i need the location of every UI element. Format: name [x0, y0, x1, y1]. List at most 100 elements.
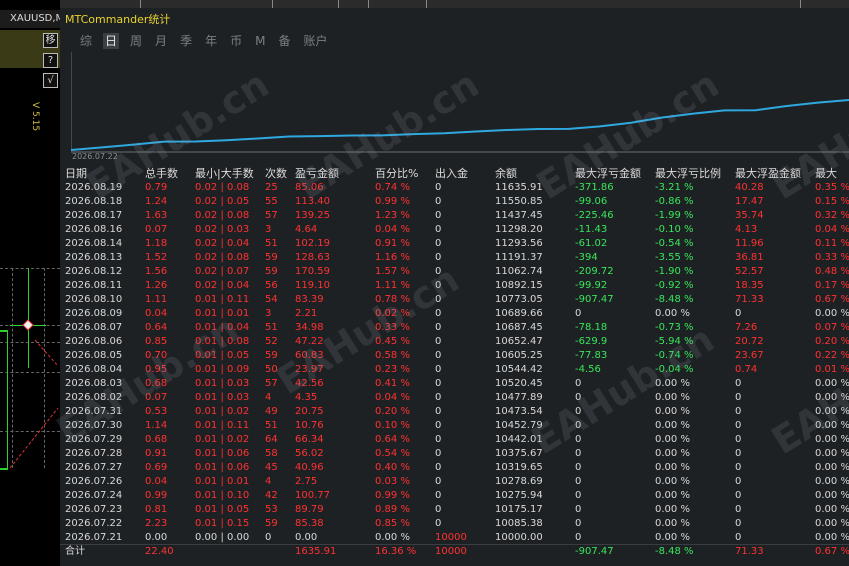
table-row[interactable]: 2026.08.17 1.63 0.02 | 0.08 57 139.25 1.23 % 0…	[60, 209, 849, 223]
cell-max-float-loss: -11.43	[575, 224, 608, 235]
column-header-min-max-lots[interactable]: 最小|大手数	[195, 167, 254, 181]
column-header-percent[interactable]: 百分比%	[375, 167, 418, 181]
cell-trade-count: 3	[265, 308, 272, 319]
confirm-button[interactable]: √	[43, 73, 58, 88]
table-row[interactable]: 2026.08.18 1.24 0.02 | 0.05 55 113.40 0.99 % 0…	[60, 195, 849, 209]
panel-title: MTCommander统计	[65, 13, 171, 26]
tab-2[interactable]: 周	[128, 33, 144, 49]
table-row[interactable]: 2026.07.31 0.53 0.01 | 0.02 49 20.75 0.20 % 0 1…	[60, 405, 849, 419]
cell-profit: 34.98	[295, 322, 324, 333]
cell-total-lots: 1.11	[145, 294, 168, 305]
table-row[interactable]: 2026.08.10 1.11 0.01 | 0.11 54 83.39 0.78 % 0 1…	[60, 293, 849, 307]
cell-max-float-profit-pct: 0.00 %	[815, 504, 849, 515]
cell-profit: 10.76	[295, 420, 324, 431]
cell-balance: 10278.69	[495, 476, 543, 487]
tab-3[interactable]: 月	[153, 33, 169, 49]
table-row[interactable]: 2026.08.04 0.95 0.01 | 0.09 50 23.97 0.23 % 0 1…	[60, 363, 849, 377]
cell-total-lots: 1.52	[145, 252, 168, 263]
table-row[interactable]: 2026.07.24 0.99 0.01 | 0.10 42 100.77 0.99 % 0…	[60, 489, 849, 503]
cell-total-lots: 0.85	[145, 336, 168, 347]
table-row[interactable]: 2026.07.26 0.04 0.01 | 0.01 4 2.75 0.03 % 0 102…	[60, 475, 849, 489]
tab-6[interactable]: 币	[228, 33, 244, 49]
cell-percent: 0.54 %	[375, 448, 410, 459]
table-row[interactable]: 2026.08.09 0.04 0.01 | 0.01 3 2.21 0.02 % 0 106…	[60, 307, 849, 321]
cell-date: 2026.07.28	[65, 448, 123, 459]
column-header-max-float-profit-pct[interactable]: 最大	[815, 167, 837, 181]
cell-max-float-loss: 0	[575, 504, 582, 515]
table-row[interactable]: 2026.08.11 1.26 0.02 | 0.04 56 119.10 1.11 % 0…	[60, 279, 849, 293]
cell-max-float-profit-pct: 0.35 %	[815, 182, 849, 193]
cell-percent: 0.33 %	[375, 322, 410, 333]
tab-7[interactable]: M	[253, 33, 267, 49]
cell-max-float-profit-pct: 0.15 %	[815, 196, 849, 207]
cell-profit: 40.96	[295, 462, 324, 473]
cell-min-max-lots: 0.01 | 0.02	[195, 406, 250, 417]
table-row[interactable]: 2026.08.02 0.07 0.01 | 0.03 4 4.35 0.04 % 0 104…	[60, 391, 849, 405]
table-row[interactable]: 2026.08.05 0.70 0.01 | 0.05 59 60.83 0.58 % 0 1…	[60, 349, 849, 363]
table-row[interactable]: 2026.07.22 2.23 0.01 | 0.15 59 85.38 0.85 % 0 1…	[60, 517, 849, 531]
table-row[interactable]: 2026.08.19 0.79 0.02 | 0.08 25 85.06 0.74 % 0 1…	[60, 181, 849, 195]
table-row[interactable]: 2026.08.16 0.07 0.02 | 0.03 3 4.64 0.04 % 0 112…	[60, 223, 849, 237]
tab-9[interactable]: 账户	[301, 33, 329, 49]
tab-1[interactable]: 日	[103, 33, 120, 49]
table-row[interactable]: 2026.08.03 0.68 0.01 | 0.03 57 42.56 0.41 % 0 1…	[60, 377, 849, 391]
chart-start-date: 2026.07.22	[72, 152, 118, 161]
symbol-tab[interactable]: XAUUSD,M1	[0, 10, 60, 28]
tab-8[interactable]: 备	[276, 33, 292, 49]
cell-max-float-loss: -99.06	[575, 196, 608, 207]
column-header-date[interactable]: 日期	[65, 167, 87, 181]
cell-date: 2026.08.02	[65, 392, 123, 403]
tab-0[interactable]: 综	[78, 33, 94, 49]
column-header-max-float-profit[interactable]: 最大浮盈金额	[735, 167, 801, 181]
tab-strip-tick	[800, 0, 801, 8]
table-row[interactable]: 2026.07.30 1.14 0.01 | 0.11 51 10.76 0.10 % 0 1…	[60, 419, 849, 433]
move-button[interactable]: 移	[43, 33, 58, 48]
cell-trade-count: 59	[265, 518, 278, 529]
total-deposit: 10000	[435, 546, 467, 557]
cell-max-float-loss-pct: -1.99 %	[655, 210, 694, 221]
column-header-profit[interactable]: 盈亏金额	[295, 167, 339, 181]
cell-profit: 85.38	[295, 518, 324, 529]
cell-deposit: 0	[435, 476, 442, 487]
table-row[interactable]: 2026.08.06 0.85 0.01 | 0.08 52 47.22 0.45 % 0 1…	[60, 335, 849, 349]
cell-max-float-profit: 20.72	[735, 336, 764, 347]
cell-percent: 0.74 %	[375, 182, 410, 193]
price-chart-area[interactable]: XAUUSD,M1 移 ? √ V 5.15	[0, 0, 60, 566]
cell-date: 2026.08.13	[65, 252, 123, 263]
column-header-balance[interactable]: 余额	[495, 167, 517, 181]
cell-profit: 100.77	[295, 490, 330, 501]
column-header-trade-count[interactable]: 次数	[265, 167, 287, 181]
cell-max-float-profit: 17.47	[735, 196, 764, 207]
cell-balance: 11293.56	[495, 238, 543, 249]
column-header-max-float-loss-pct[interactable]: 最大浮亏比例	[655, 167, 721, 181]
tab-4[interactable]: 季	[178, 33, 194, 49]
cell-max-float-profit-pct: 0.00 %	[815, 420, 849, 431]
cell-percent: 0.03 %	[375, 476, 410, 487]
table-row[interactable]: 2026.08.07 0.64 0.01 | 0.04 51 34.98 0.33 % 0 1…	[60, 321, 849, 335]
column-header-deposit[interactable]: 出入金	[435, 167, 468, 181]
cell-total-lots: 0.91	[145, 448, 168, 459]
table-row[interactable]: 2026.08.12 1.56 0.02 | 0.07 59 170.59 1.57 % 0…	[60, 265, 849, 279]
table-row[interactable]: 2026.07.21 0.00 0.00 | 0.00 0 0.00 0.00 % 1000…	[60, 531, 849, 545]
table-row[interactable]: 2026.07.27 0.69 0.01 | 0.06 45 40.96 0.40 % 0 1…	[60, 461, 849, 475]
cell-max-float-profit-pct: 0.32 %	[815, 210, 849, 221]
table-row[interactable]: 2026.07.29 0.68 0.01 | 0.02 64 66.34 0.64 % 0 1…	[60, 433, 849, 447]
cell-min-max-lots: 0.02 | 0.05	[195, 196, 250, 207]
help-button[interactable]: ?	[43, 53, 58, 68]
cell-balance: 10452.79	[495, 420, 543, 431]
cell-total-lots: 1.18	[145, 238, 168, 249]
column-header-max-float-loss[interactable]: 最大浮亏金额	[575, 167, 641, 181]
table-row[interactable]: 2026.08.14 1.18 0.02 | 0.04 51 102.19 0.91 % 0…	[60, 237, 849, 251]
cell-profit: 85.06	[295, 182, 324, 193]
column-header-total-lots[interactable]: 总手数	[145, 167, 178, 181]
cell-percent: 0.78 %	[375, 294, 410, 305]
cell-total-lots: 2.23	[145, 518, 168, 529]
cell-profit: 170.59	[295, 266, 330, 277]
cell-min-max-lots: 0.01 | 0.09	[195, 364, 250, 375]
cell-deposit: 0	[435, 518, 442, 529]
table-row[interactable]: 2026.07.28 0.91 0.01 | 0.06 58 56.02 0.54 % 0 1…	[60, 447, 849, 461]
cell-date: 2026.07.24	[65, 490, 123, 501]
table-row[interactable]: 2026.08.13 1.52 0.02 | 0.08 59 128.63 1.16 % 0…	[60, 251, 849, 265]
table-row[interactable]: 2026.07.23 0.81 0.01 | 0.05 53 89.79 0.89 % 0 1…	[60, 503, 849, 517]
tab-5[interactable]: 年	[203, 33, 219, 49]
